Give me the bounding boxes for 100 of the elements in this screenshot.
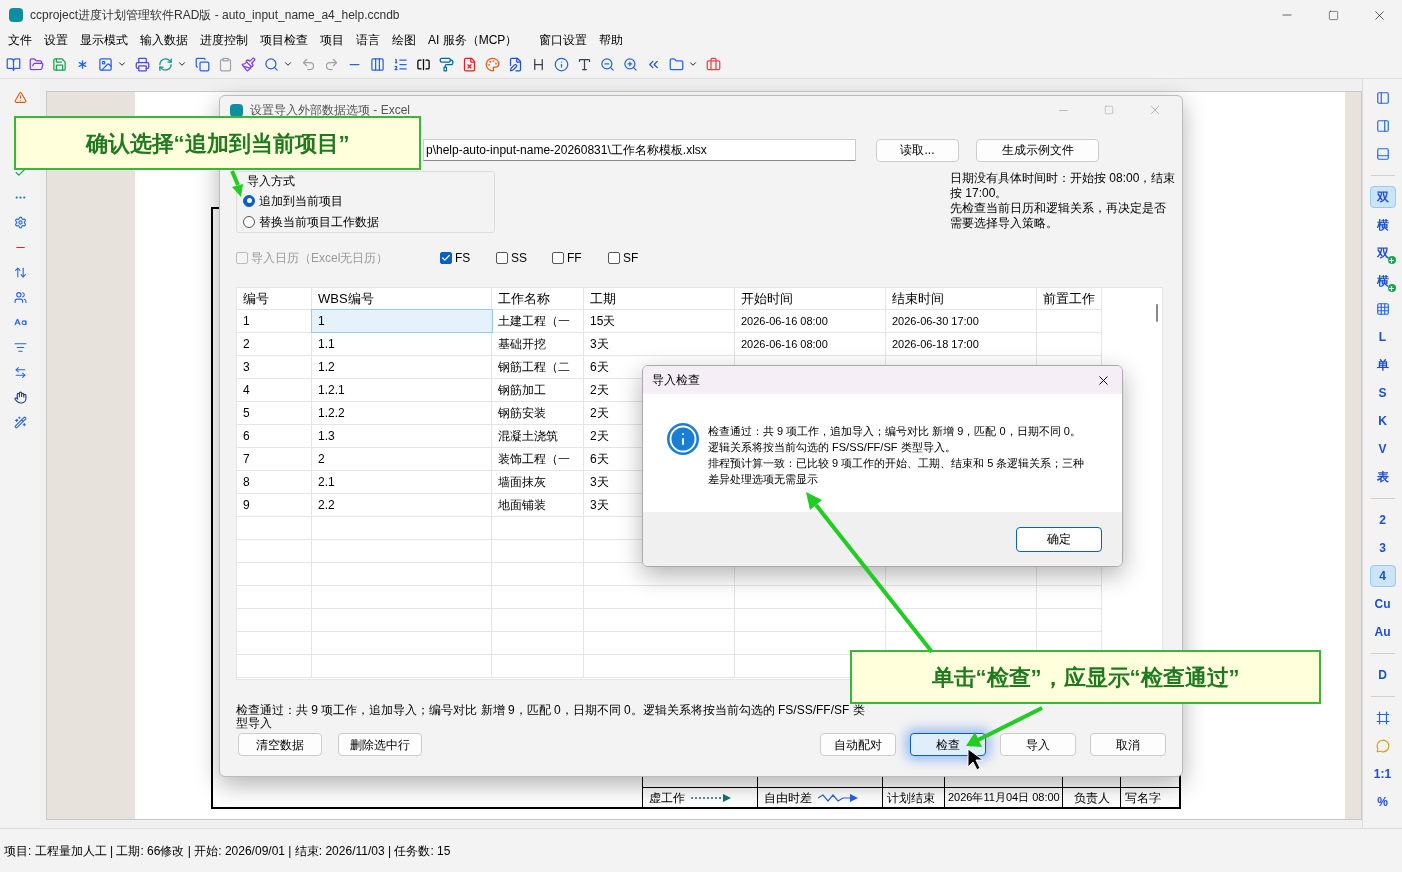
caret-icon[interactable] — [283, 59, 293, 69]
action-button[interactable]: 取消 — [1090, 733, 1166, 756]
sidebar-tool[interactable]: 4 — [1369, 565, 1396, 587]
refresh-icon[interactable] — [158, 56, 173, 72]
wand-icon[interactable] — [13, 416, 27, 429]
list-icon[interactable] — [393, 56, 408, 72]
settings-icon[interactable] — [13, 216, 27, 229]
table-cell-text: 装饰工程（一 — [498, 451, 570, 468]
column-header[interactable]: 开始时间 — [741, 288, 793, 309]
action-button[interactable]: 导入 — [1000, 733, 1076, 756]
radio-option[interactable]: 替换当前项目工作数据 — [243, 211, 494, 232]
sidebar-tool[interactable]: 3 — [1369, 537, 1396, 559]
sidebar-tool[interactable]: 双 — [1369, 186, 1396, 208]
sidebar-tool[interactable]: 1:1 — [1369, 763, 1396, 785]
menu-item[interactable]: 语言 — [351, 31, 385, 49]
zoom-in-icon[interactable] — [623, 56, 638, 72]
checkbox[interactable] — [496, 252, 508, 264]
checkbox-option[interactable]: SS — [496, 249, 552, 267]
menu-item[interactable]: 帮助 — [594, 31, 629, 49]
sidebar-tool[interactable]: D — [1369, 664, 1396, 686]
users-icon[interactable] — [13, 291, 27, 304]
filter-icon[interactable] — [13, 341, 27, 354]
info-icon[interactable] — [554, 56, 569, 72]
sidebar-tool[interactable]: 2 — [1369, 509, 1396, 531]
action-button[interactable]: 清空数据 — [238, 733, 322, 756]
maximize-icon[interactable] — [1327, 9, 1339, 21]
palette-icon[interactable] — [485, 56, 500, 72]
action-button[interactable]: 自动配对 — [820, 733, 896, 756]
table-cell-text: 3天 — [590, 497, 609, 514]
menu-item[interactable]: AI 服务（MCP） — [423, 31, 523, 49]
sidebar-tool[interactable]: % — [1369, 791, 1396, 813]
search-icon[interactable] — [264, 56, 279, 72]
column-header[interactable]: 工作名称 — [498, 288, 550, 309]
font-icon[interactable] — [577, 56, 592, 72]
checkbox[interactable] — [552, 252, 564, 264]
radio-button[interactable] — [243, 194, 255, 207]
swap-icon[interactable] — [13, 366, 27, 379]
sidebar-tool[interactable]: Cu — [1369, 593, 1396, 615]
caret-icon[interactable] — [688, 59, 698, 69]
book-icon[interactable] — [6, 56, 21, 72]
copy-icon[interactable] — [195, 56, 210, 72]
folder-icon[interactable] — [29, 56, 44, 72]
menu-item[interactable]: 进度控制 — [195, 31, 253, 49]
heading-icon[interactable] — [531, 56, 546, 72]
sidebar-tool[interactable]: L — [1369, 326, 1396, 348]
generate-sample-button[interactable]: 生成示例文件 — [976, 138, 1099, 162]
menu-item[interactable]: 设置 — [39, 31, 73, 49]
sidebar-tool[interactable]: 单 — [1369, 354, 1396, 376]
menu-item[interactable]: 项目 — [315, 31, 349, 49]
hand-icon[interactable] — [13, 391, 27, 404]
file-path-field[interactable]: p\help-auto-input-name-20260831\工作名称模板.xlsx — [423, 139, 856, 161]
sidebar-tool[interactable]: 横 — [1369, 270, 1396, 292]
caret-icon[interactable] — [117, 59, 127, 69]
image-icon[interactable] — [98, 56, 113, 72]
save-icon[interactable] — [52, 56, 67, 72]
caret-icon[interactable] — [177, 59, 187, 69]
file-icon[interactable] — [462, 56, 477, 72]
read-button[interactable]: 读取... — [876, 138, 959, 162]
column-header[interactable]: 结束时间 — [892, 288, 944, 309]
folder-icon[interactable] — [669, 56, 684, 72]
table-cell-text: 2026-06-30 17:00 — [892, 313, 979, 329]
checkbox[interactable] — [608, 252, 620, 264]
print-icon[interactable] — [135, 56, 150, 72]
sidebar-tool[interactable]: K — [1369, 410, 1396, 432]
menu-item[interactable]: 显示模式 — [75, 31, 133, 49]
menu-item[interactable]: 窗口设置 — [534, 31, 593, 49]
ok-button[interactable]: 确定 — [1016, 526, 1102, 552]
action-button[interactable]: 删除选中行 — [338, 733, 422, 756]
edit-icon[interactable] — [508, 56, 523, 72]
sidebar-tool[interactable]: 横 — [1369, 214, 1396, 236]
table-cell-text: 1 — [243, 313, 250, 330]
sidebar-tool[interactable]: 双 — [1369, 242, 1396, 264]
sidebar-tool[interactable]: 表 — [1369, 466, 1396, 488]
column-header[interactable]: 前置工作 — [1043, 288, 1095, 309]
table-cell-text: 8 — [243, 474, 250, 491]
radio-option[interactable]: 追加到当前项目 — [243, 190, 494, 211]
sort-icon[interactable] — [13, 266, 27, 279]
sidebar-tool[interactable]: S — [1369, 382, 1396, 404]
sidebar-tool[interactable]: Au — [1369, 621, 1396, 643]
column-header[interactable]: 编号 — [243, 288, 269, 309]
checkbox-option[interactable]: FS — [440, 249, 496, 267]
checkbox[interactable] — [440, 252, 452, 264]
scrollbar-thumb[interactable] — [1156, 304, 1158, 322]
brush-icon[interactable] — [241, 56, 256, 72]
split-icon[interactable] — [416, 56, 431, 72]
briefcase-icon[interactable] — [706, 56, 721, 72]
menu-item[interactable]: 文件 — [3, 31, 37, 49]
column-header[interactable]: WBS编号 — [318, 288, 374, 309]
column-header[interactable]: 工期 — [590, 288, 616, 309]
warning-icon[interactable] — [13, 91, 27, 104]
checkbox-option[interactable]: SF — [608, 249, 664, 267]
columns-icon[interactable] — [370, 56, 385, 72]
menu-item[interactable]: 项目检查 — [255, 31, 313, 49]
menu-item[interactable]: 输入数据 — [135, 31, 193, 49]
zoom-out-icon[interactable] — [600, 56, 615, 72]
sidebar-tool[interactable]: V — [1369, 438, 1396, 460]
roller-icon[interactable] — [439, 56, 454, 72]
radio-button[interactable] — [243, 215, 255, 228]
menu-item[interactable]: 绘图 — [387, 31, 421, 49]
checkbox-option[interactable]: FF — [552, 249, 608, 267]
